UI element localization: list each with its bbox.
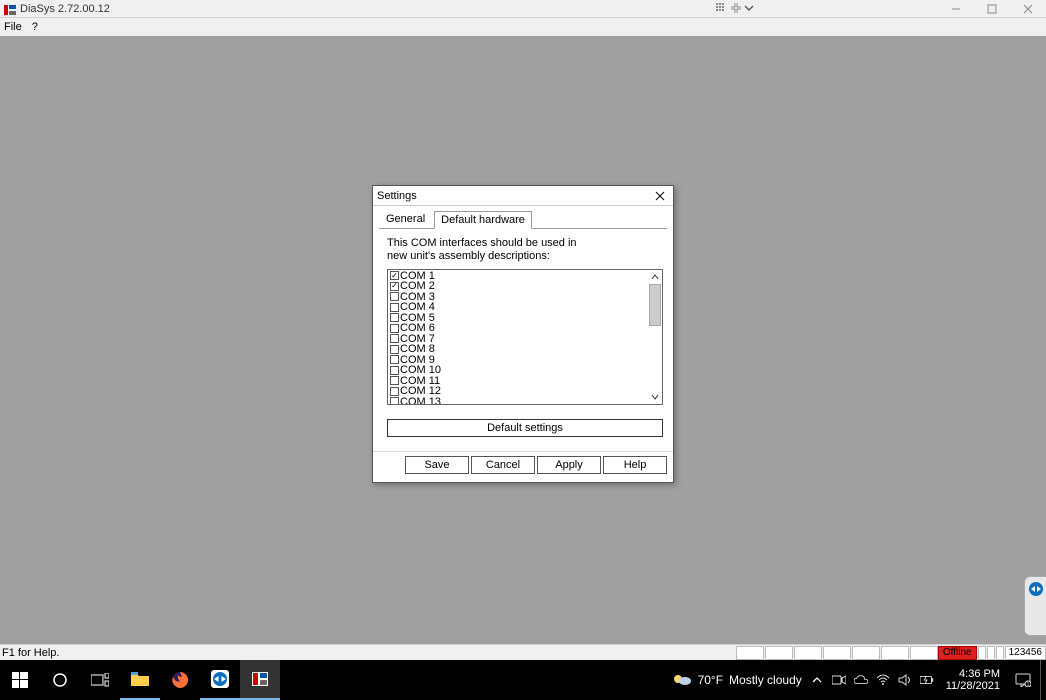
menubar: File ? xyxy=(0,18,1046,36)
save-button[interactable]: Save xyxy=(405,456,469,474)
checkbox-icon[interactable] xyxy=(390,387,399,396)
tray-volume-icon[interactable] xyxy=(898,673,912,687)
taskbar-time: 4:36 PM xyxy=(959,668,1000,680)
status-pane xyxy=(996,646,1004,660)
checkbox-icon[interactable] xyxy=(390,345,399,354)
status-bar: F1 for Help. Offline 123456 xyxy=(0,644,1046,660)
checkbox-icon[interactable] xyxy=(390,355,399,364)
tray-meet-now-icon[interactable] xyxy=(832,673,846,687)
status-number: 123456 xyxy=(1005,646,1046,660)
checkbox-icon[interactable] xyxy=(390,303,399,312)
scroll-up-icon[interactable] xyxy=(648,270,662,284)
cortana-button[interactable] xyxy=(40,660,80,700)
default-settings-button[interactable]: Default settings xyxy=(387,419,663,437)
tray-chevron-up-icon[interactable] xyxy=(810,673,824,687)
tray-wifi-icon[interactable] xyxy=(876,673,890,687)
taskbar-clock[interactable]: 4:36 PM 11/28/2021 xyxy=(940,668,1006,692)
settings-dialog: Settings General Default hardware This C… xyxy=(372,185,674,483)
taskbar-firefox[interactable] xyxy=(160,660,200,700)
checkbox-icon[interactable] xyxy=(390,366,399,375)
tray-onedrive-icon[interactable] xyxy=(854,673,868,687)
com-item-label: COM 13 xyxy=(400,396,441,405)
checkbox-icon[interactable] xyxy=(390,313,399,322)
title-tool-cluster xyxy=(716,2,754,16)
help-button[interactable]: Help xyxy=(603,456,667,474)
start-button[interactable] xyxy=(0,660,40,700)
com-list: ✓COM 1✓COM 2COM 3COM 4COM 5COM 6COM 7COM… xyxy=(387,269,663,405)
titlebar: DiaSys 2.72.00.12 xyxy=(0,0,1046,18)
status-pane xyxy=(794,646,822,660)
dialog-button-row: Save Cancel Apply Help xyxy=(373,451,673,482)
dialog-title: Settings xyxy=(377,190,651,202)
chevron-down-icon[interactable] xyxy=(744,2,754,16)
dialog-description: This COM interfaces should be used in ne… xyxy=(387,237,663,263)
status-pane xyxy=(987,646,995,660)
tab-default-hardware[interactable]: Default hardware xyxy=(434,211,532,229)
checkbox-icon[interactable]: ✓ xyxy=(390,282,399,291)
taskbar-teamviewer[interactable] xyxy=(200,660,240,700)
apply-button[interactable]: Apply xyxy=(537,456,601,474)
scroll-down-icon[interactable] xyxy=(648,390,662,404)
checkbox-icon[interactable] xyxy=(390,397,399,404)
weather-icon xyxy=(672,671,692,690)
menu-help[interactable]: ? xyxy=(32,21,38,33)
teamviewer-side-tab[interactable] xyxy=(1024,576,1046,636)
dialog-titlebar[interactable]: Settings xyxy=(373,186,673,206)
maximize-button[interactable] xyxy=(974,0,1010,18)
tray-battery-icon[interactable] xyxy=(920,673,934,687)
com-list-scrollbar[interactable] xyxy=(648,270,662,404)
svg-text:1: 1 xyxy=(1027,682,1030,687)
taskbar-file-explorer[interactable] xyxy=(120,660,160,700)
window-controls xyxy=(938,0,1046,18)
close-button[interactable] xyxy=(1010,0,1046,18)
dialog-body: This COM interfaces should be used in ne… xyxy=(373,229,673,451)
grid-icon[interactable] xyxy=(716,2,728,16)
status-offline-badge: Offline xyxy=(938,646,977,660)
com-item[interactable]: COM 13 xyxy=(388,396,648,404)
taskbar-weather[interactable]: 70°F Mostly cloudy xyxy=(672,671,802,690)
tab-general[interactable]: General xyxy=(379,210,432,228)
status-pane xyxy=(823,646,851,660)
system-tray xyxy=(810,673,940,687)
expand-icon[interactable] xyxy=(731,2,741,16)
taskbar-date: 11/28/2021 xyxy=(946,680,1000,692)
scroll-thumb[interactable] xyxy=(649,284,661,326)
checkbox-icon[interactable]: ✓ xyxy=(390,271,399,280)
weather-temp: 70°F xyxy=(698,673,723,687)
app-logo-icon xyxy=(4,4,16,14)
dialog-close-button[interactable] xyxy=(651,187,669,205)
dialog-tabs: General Default hardware xyxy=(373,206,673,228)
status-help-text: F1 for Help. xyxy=(2,647,735,659)
task-view-button[interactable] xyxy=(80,660,120,700)
action-center-button[interactable]: 1 xyxy=(1006,660,1040,700)
checkbox-icon[interactable] xyxy=(390,334,399,343)
status-pane xyxy=(852,646,880,660)
status-pane xyxy=(736,646,764,660)
status-pane xyxy=(765,646,793,660)
cancel-button[interactable]: Cancel xyxy=(471,456,535,474)
window-title: DiaSys 2.72.00.12 xyxy=(20,3,1046,15)
checkbox-icon[interactable] xyxy=(390,376,399,385)
menu-file[interactable]: File xyxy=(4,21,22,33)
status-pane xyxy=(881,646,909,660)
status-pane xyxy=(978,646,986,660)
show-desktop-button[interactable] xyxy=(1040,660,1046,700)
checkbox-icon[interactable] xyxy=(390,292,399,301)
status-pane xyxy=(910,646,938,660)
minimize-button[interactable] xyxy=(938,0,974,18)
weather-cond: Mostly cloudy xyxy=(729,673,802,687)
taskbar: 70°F Mostly cloudy 4:36 PM 11/28/2021 1 xyxy=(0,660,1046,700)
taskbar-diasys[interactable] xyxy=(240,660,280,700)
checkbox-icon[interactable] xyxy=(390,324,399,333)
